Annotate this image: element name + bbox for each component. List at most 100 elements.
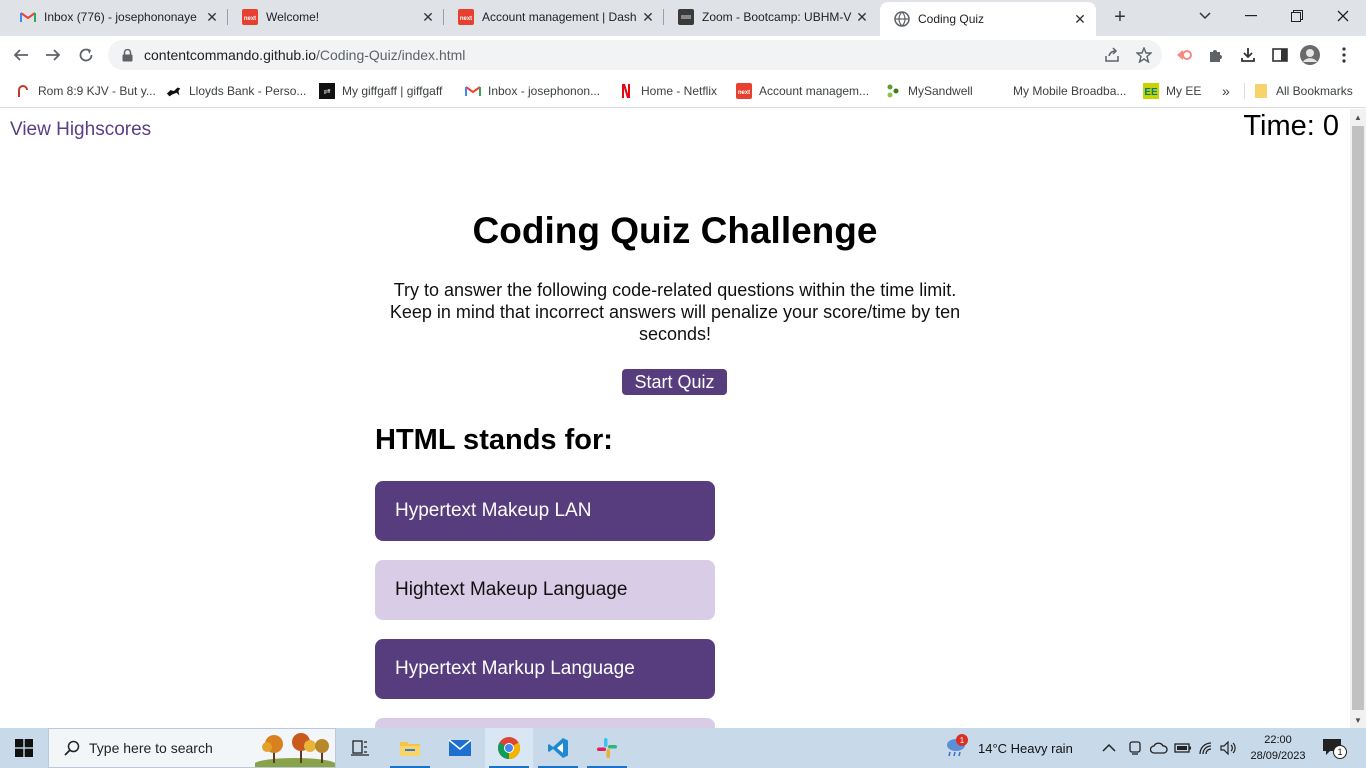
reload-icon: [79, 48, 93, 62]
restore-button[interactable]: [1274, 0, 1320, 32]
bible-icon: [15, 83, 31, 99]
windows-logo-icon: [15, 739, 33, 757]
wifi-icon[interactable]: [1198, 728, 1216, 768]
vscode-icon: [548, 738, 568, 758]
quiz-description: Try to answer the following code-related…: [389, 280, 961, 344]
tab-coding-quiz[interactable]: Coding Quiz ✕: [880, 2, 1096, 36]
page-viewport: View Highscores Time: 0 Coding Quiz Chal…: [0, 109, 1350, 728]
weather-text: 14°C Heavy rain: [978, 740, 1073, 756]
answer-choice-4[interactable]: [375, 718, 715, 728]
answer-choice-3[interactable]: Hypertext Markup Language: [375, 639, 715, 699]
view-highscores-link[interactable]: View Highscores: [10, 119, 151, 141]
extensions-puzzle-icon[interactable]: [1206, 45, 1226, 65]
tab-gmail-inbox[interactable]: Inbox (776) - josephononaye ✕: [6, 0, 228, 34]
task-view-icon: [351, 740, 369, 756]
svg-text:next: next: [244, 16, 256, 22]
tab-welcome[interactable]: next Welcome! ✕: [228, 0, 444, 34]
slack-app[interactable]: [583, 728, 631, 768]
task-view-button[interactable]: [336, 728, 384, 768]
tab-title: Account management | Dash: [482, 10, 637, 24]
scrollbar-thumb[interactable]: [1352, 126, 1364, 710]
file-explorer-app[interactable]: [386, 728, 434, 768]
bookmark-giffgaff[interactable]: giff My giffgaff | giffgaff: [319, 81, 442, 101]
minimize-button[interactable]: [1228, 0, 1274, 32]
meet-now-icon[interactable]: [1128, 728, 1142, 768]
bookmarks-overflow-button[interactable]: »: [1222, 81, 1230, 101]
close-icon[interactable]: ✕: [852, 7, 872, 27]
bookmarks-bar: Rom 8:9 KJV - But y... Lloyds Bank - Per…: [0, 74, 1366, 108]
vscode-app[interactable]: [534, 728, 582, 768]
answer-choice-1[interactable]: Hypertext Makeup LAN: [375, 481, 715, 541]
bookmark-star-icon[interactable]: [1134, 45, 1154, 65]
scroll-up-icon[interactable]: ▲: [1350, 109, 1366, 125]
all-bookmarks-button[interactable]: All Bookmarks: [1253, 81, 1353, 101]
forward-button[interactable]: [40, 42, 66, 68]
bookmark-gmail-inbox[interactable]: Inbox - josephonon...: [465, 81, 600, 101]
system-clock[interactable]: 22:00 28/09/2023: [1240, 732, 1316, 764]
page-scrollbar[interactable]: ▲ ▼: [1350, 109, 1366, 728]
new-tab-button[interactable]: +: [1108, 5, 1132, 29]
answer-choice-2[interactable]: Hightext Makeup Language: [375, 560, 715, 620]
weather-alert-badge: 1: [956, 734, 968, 746]
next-icon: next: [242, 9, 258, 25]
start-quiz-button[interactable]: Start Quiz: [622, 369, 727, 395]
ee-icon: EE: [1143, 83, 1159, 99]
url-text: contentcommando.github.io/Coding-Quiz/in…: [144, 47, 466, 63]
giffgaff-icon: giff: [319, 83, 335, 99]
menu-kebab-icon[interactable]: [1334, 45, 1354, 65]
clock-time: 22:00: [1264, 734, 1292, 746]
scroll-down-icon[interactable]: ▼: [1350, 712, 1366, 728]
chrome-app[interactable]: [485, 728, 533, 768]
profile-avatar[interactable]: [1300, 45, 1320, 65]
svg-text:next: next: [460, 16, 472, 22]
back-arrow-icon: [13, 49, 28, 61]
answer-label: Hypertext Makeup LAN: [395, 500, 592, 521]
battery-icon[interactable]: [1174, 728, 1192, 768]
gmail-icon: [465, 83, 481, 99]
browser-toolbar: contentcommando.github.io/Coding-Quiz/in…: [0, 36, 1366, 74]
close-icon[interactable]: ✕: [418, 7, 438, 27]
forward-arrow-icon: [46, 49, 61, 61]
mail-icon: [448, 739, 472, 756]
bookmark-netflix[interactable]: Home - Netflix: [618, 81, 717, 101]
autumn-trees-illustration: [255, 733, 335, 767]
tab-zoom-bootcamp[interactable]: Zoom - Bootcamp: UBHM-V ✕: [664, 0, 878, 34]
volume-icon[interactable]: [1220, 728, 1238, 768]
chrome-icon: [498, 737, 520, 759]
onedrive-cloud-icon[interactable]: [1150, 728, 1168, 768]
download-icon[interactable]: [1238, 45, 1258, 65]
bookmark-lloyds-bank[interactable]: Lloyds Bank - Perso...: [166, 81, 306, 101]
notification-center-button[interactable]: 1: [1322, 728, 1347, 768]
bookmark-rom-kjv[interactable]: Rom 8:9 KJV - But y...: [15, 81, 156, 101]
bookmarks-divider: [1244, 83, 1245, 99]
quiz-timer: Time: 0: [1243, 110, 1339, 142]
side-panel-icon[interactable]: [1270, 45, 1290, 65]
tab-account-management[interactable]: next Account management | Dash ✕: [444, 0, 664, 34]
share-icon[interactable]: [1102, 45, 1122, 65]
close-icon[interactable]: ✕: [202, 7, 222, 27]
question-text: HTML stands for:: [375, 424, 613, 456]
browser-tab-strip: Inbox (776) - josephononaye ✕ next Welco…: [0, 0, 1366, 36]
weather-widget[interactable]: 1 14°C Heavy rain: [944, 728, 1073, 768]
tab-search-dropdown-icon[interactable]: [1182, 0, 1228, 32]
windows-start-button[interactable]: [0, 728, 48, 768]
window-close-button[interactable]: [1320, 0, 1366, 32]
back-button[interactable]: [8, 42, 34, 68]
reload-button[interactable]: [73, 42, 99, 68]
bookmark-mysandwell[interactable]: MySandwell: [885, 81, 973, 101]
bookmark-account-management[interactable]: next Account managem...: [736, 81, 869, 101]
mail-app[interactable]: [436, 728, 484, 768]
notification-icon: 1: [1322, 738, 1347, 759]
show-hidden-icons-button[interactable]: [1102, 728, 1116, 768]
close-icon[interactable]: ✕: [638, 7, 658, 27]
answer-label: Hightext Makeup Language: [395, 579, 628, 600]
extension-recorder-icon[interactable]: [1174, 45, 1194, 65]
search-placeholder: Type here to search: [89, 740, 213, 756]
bookmark-mobile-broadband[interactable]: My Mobile Broadba...: [990, 81, 1126, 101]
close-icon[interactable]: ✕: [1070, 9, 1090, 29]
address-bar[interactable]: contentcommando.github.io/Coding-Quiz/in…: [108, 40, 1162, 70]
bookmark-my-ee[interactable]: EE My EE: [1143, 81, 1201, 101]
lock-icon[interactable]: [120, 48, 134, 62]
tab-title: Welcome!: [266, 10, 320, 24]
taskbar-search-box[interactable]: Type here to search: [48, 728, 336, 768]
